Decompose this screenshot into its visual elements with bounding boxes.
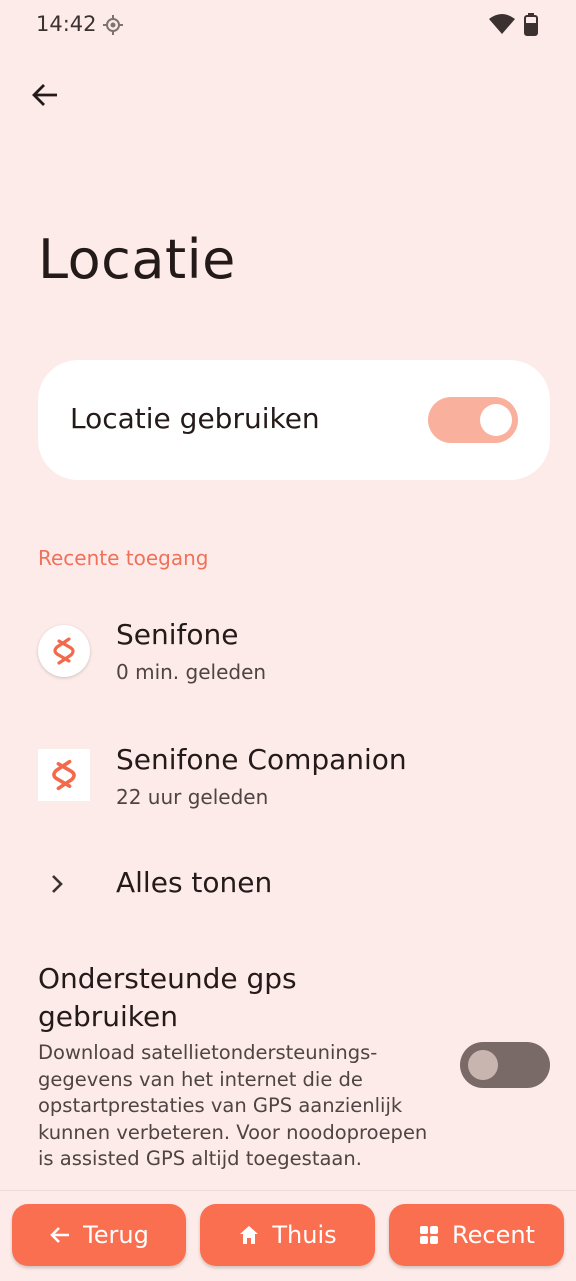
recent-app-row[interactable]: Senifone 0 min. geleden — [0, 600, 576, 710]
home-nav-button[interactable]: Thuis — [200, 1204, 375, 1266]
show-all-row[interactable]: Alles tonen — [0, 850, 576, 922]
battery-icon — [524, 13, 538, 36]
recent-app-row[interactable]: Senifone Companion 22 uur geleden — [0, 725, 576, 835]
use-location-label: Locatie gebruiken — [70, 402, 320, 435]
app-name: Senifone Companion — [116, 743, 407, 776]
assisted-gps-switch[interactable] — [460, 1042, 550, 1088]
use-location-card[interactable]: Locatie gebruiken — [38, 360, 550, 480]
home-nav-label: Thuis — [272, 1221, 337, 1249]
switch-knob — [468, 1050, 498, 1080]
home-icon — [240, 1226, 259, 1244]
recent-nav-button[interactable]: Recent — [389, 1204, 564, 1266]
assisted-gps-description: Download satellietondersteunings-gegeven… — [38, 1041, 428, 1170]
recent-nav-label: Recent — [452, 1221, 535, 1249]
back-button[interactable] — [20, 70, 70, 120]
senifone-app-icon — [38, 625, 90, 677]
page-title: Locatie — [38, 228, 236, 291]
arrow-left-icon — [50, 1227, 70, 1243]
back-nav-button[interactable]: Terug — [12, 1204, 186, 1266]
app-name: Senifone — [116, 618, 239, 651]
switch-knob — [480, 404, 512, 436]
wifi-icon — [489, 14, 515, 34]
recent-access-header: Recente toegang — [38, 546, 209, 570]
location-active-icon — [103, 15, 123, 35]
status-time: 14:42 — [36, 12, 97, 36]
app-access-time: 0 min. geleden — [116, 660, 267, 684]
use-location-switch[interactable] — [428, 397, 518, 443]
chevron-right-icon — [52, 875, 63, 893]
senifone-companion-app-icon — [38, 749, 90, 801]
show-all-label: Alles tonen — [116, 866, 273, 899]
assisted-gps-title: Ondersteunde gps gebruiken — [38, 962, 297, 1033]
recent-apps-icon — [420, 1226, 439, 1244]
app-access-time: 22 uur geleden — [116, 785, 269, 809]
arrow-left-icon — [32, 84, 57, 106]
back-nav-label: Terug — [83, 1221, 149, 1249]
